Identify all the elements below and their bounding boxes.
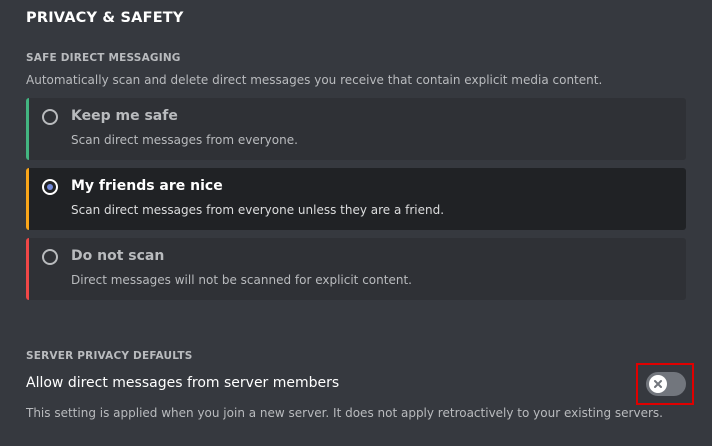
option-title: Keep me safe [71,108,178,124]
safe-dm-description: Automatically scan and delete direct mes… [26,73,603,87]
option-do-not-scan[interactable]: Do not scan Direct messages will not be … [26,238,686,300]
server-privacy-section-label: SERVER PRIVACY DEFAULTS [26,350,193,362]
x-icon [654,380,662,388]
allow-dm-toggle[interactable] [646,372,686,396]
radio-unchecked-icon[interactable] [42,109,58,125]
radio-checked-icon[interactable] [42,179,58,195]
option-my-friends-are-nice[interactable]: My friends are nice Scan direct messages… [26,168,686,230]
option-description: Scan direct messages from everyone unles… [71,203,445,217]
option-description: Scan direct messages from everyone. [71,133,298,147]
toggle-knob [649,375,667,393]
page-title: PRIVACY & SAFETY [26,10,184,26]
option-description: Direct messages will not be scanned for … [71,273,412,287]
allow-dm-setting-title: Allow direct messages from server member… [26,375,340,391]
option-keep-me-safe[interactable]: Keep me safe Scan direct messages from e… [26,98,686,160]
safe-dm-section-label: SAFE DIRECT MESSAGING [26,52,181,64]
allow-dm-setting-description: This setting is applied when you join a … [26,406,663,420]
option-title: Do not scan [71,248,165,264]
radio-unchecked-icon[interactable] [42,249,58,265]
option-title: My friends are nice [71,178,223,194]
